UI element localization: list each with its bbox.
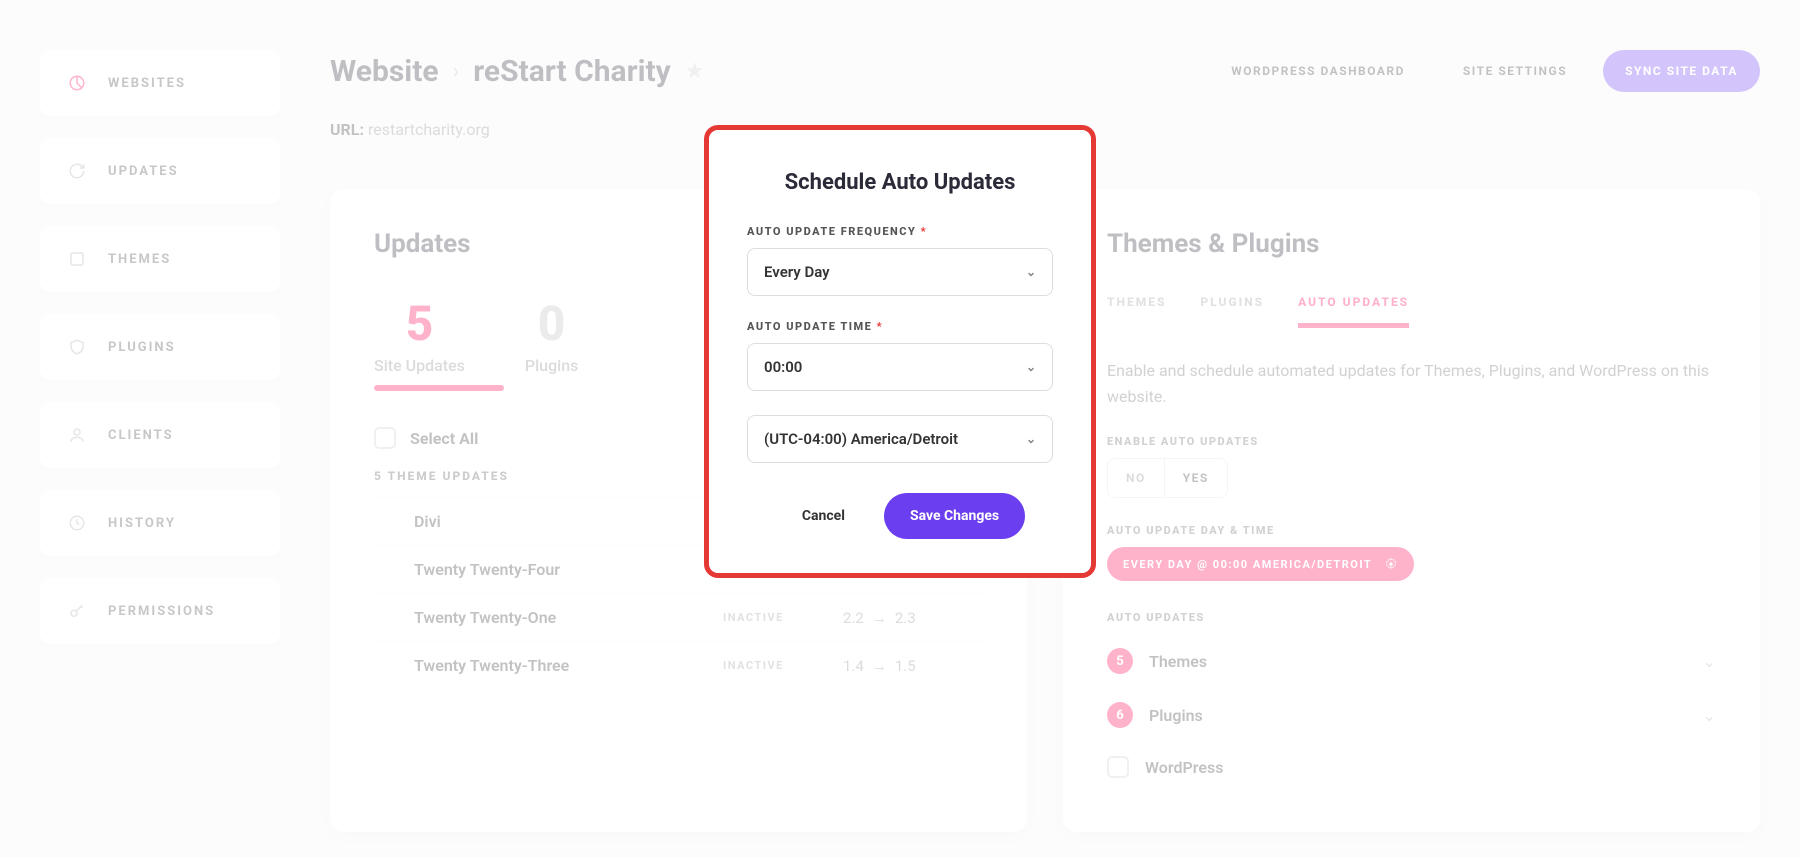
time-value: 00:00 (764, 358, 802, 376)
frequency-field: AUTO UPDATE FREQUENCY * Every Day ⌄ (747, 225, 1053, 296)
save-button[interactable]: Save Changes (884, 493, 1025, 539)
cancel-button[interactable]: Cancel (775, 493, 872, 539)
timezone-field: (UTC-04:00) America/Detroit ⌄ (747, 415, 1053, 463)
time-select[interactable]: 00:00 ⌄ (747, 343, 1053, 391)
schedule-modal: Schedule Auto Updates AUTO UPDATE FREQUE… (709, 130, 1091, 573)
modal-wrapper: Schedule Auto Updates AUTO UPDATE FREQUE… (0, 0, 1800, 857)
time-label: AUTO UPDATE TIME * (747, 320, 1053, 333)
modal-highlight-border: Schedule Auto Updates AUTO UPDATE FREQUE… (704, 125, 1096, 578)
modal-buttons: Cancel Save Changes (747, 493, 1053, 539)
chevron-down-icon: ⌄ (1026, 265, 1036, 279)
time-field: AUTO UPDATE TIME * 00:00 ⌄ (747, 320, 1053, 391)
frequency-label: AUTO UPDATE FREQUENCY * (747, 225, 1053, 238)
timezone-value: (UTC-04:00) America/Detroit (764, 430, 958, 448)
chevron-down-icon: ⌄ (1026, 360, 1036, 374)
timezone-select[interactable]: (UTC-04:00) America/Detroit ⌄ (747, 415, 1053, 463)
frequency-value: Every Day (764, 263, 830, 281)
modal-title: Schedule Auto Updates (747, 170, 1053, 195)
frequency-select[interactable]: Every Day ⌄ (747, 248, 1053, 296)
chevron-down-icon: ⌄ (1026, 432, 1036, 446)
